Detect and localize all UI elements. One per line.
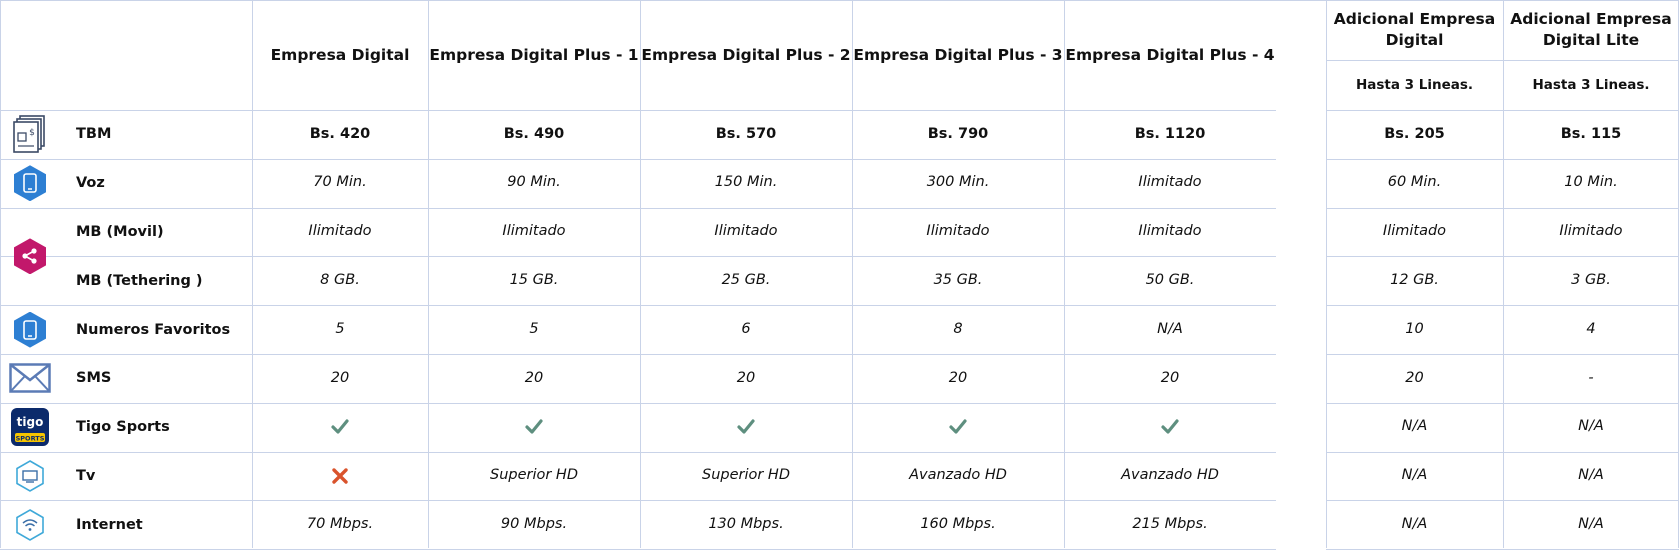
share-icon: [8, 208, 52, 306]
table-cell: Ilimitado: [714, 223, 778, 240]
row-label: MB (Movil): [76, 223, 164, 240]
svg-text:$: $: [29, 128, 35, 138]
row-label: Internet: [76, 516, 143, 533]
row-label: TBM: [76, 126, 112, 143]
table-cell: Bs. 1120: [1134, 125, 1206, 142]
column-header: Empresa Digital Plus - 4: [1065, 45, 1275, 64]
table-cell: Bs. 420: [309, 125, 371, 142]
grid-line-vertical: [0, 0, 1, 548]
table-cell: Ilimitado: [926, 223, 990, 240]
table-cell: 12 GB.: [1390, 272, 1439, 288]
table-cell: Avanzado HD: [1121, 467, 1219, 484]
table-cell: 3 GB.: [1571, 272, 1611, 288]
table-cell: 50 GB.: [1145, 272, 1195, 288]
table-cell: Bs. 790: [927, 125, 989, 142]
tigo-sports-logo: tigo SPORTS: [8, 403, 52, 452]
column-header: Empresa Digital Plus - 3: [853, 45, 1063, 64]
table-cell: 70 Min.: [313, 174, 367, 191]
table-cell: 5: [529, 320, 539, 337]
table-cell: N/A: [1578, 467, 1604, 484]
table-cell: 20: [1405, 369, 1424, 386]
table-cell: 300 Min.: [926, 174, 990, 191]
envelope-icon: [8, 354, 52, 403]
table-cell: 215 Mbps.: [1132, 516, 1208, 532]
table-cell: 20: [948, 369, 968, 386]
table-cell: 8: [953, 320, 963, 337]
table-cell: Ilimitado: [1382, 223, 1447, 240]
table-cell: 8 GB.: [320, 272, 360, 288]
tv-icon: [8, 452, 52, 501]
table-cell: -: [1588, 369, 1594, 386]
table-cell: 70 Mbps.: [306, 516, 374, 532]
check-icon: [852, 403, 1064, 452]
table-cell: Ilimitado: [1559, 223, 1623, 240]
column-header: Empresa Digital: [270, 45, 410, 64]
table-cell: 150 Min.: [714, 174, 778, 191]
table-cell: 20: [524, 369, 544, 386]
table-cell: Avanzado HD: [909, 467, 1007, 484]
phone-icon: [8, 159, 52, 208]
row-label: Numeros Favoritos: [76, 321, 231, 338]
table-cell: Bs. 570: [715, 125, 777, 142]
check-icon: [640, 403, 852, 452]
table-cell: Bs. 115: [1560, 125, 1622, 142]
phone-icon: [8, 305, 52, 354]
check-icon: [1064, 403, 1276, 452]
table-cell: 90 Min.: [507, 174, 561, 191]
table-cell: Ilimitado: [1138, 223, 1202, 240]
table-cell: 10: [1405, 320, 1424, 337]
table-cell: 20: [736, 369, 756, 386]
column-header: Empresa Digital Plus - 2: [641, 45, 851, 64]
table-cell: Superior HD: [489, 467, 579, 484]
bill-icon: $: [8, 110, 52, 159]
column-header: Empresa Digital Plus - 1: [429, 45, 639, 64]
table-cell: Ilimitado: [308, 223, 372, 240]
table-cell: Ilimitado: [502, 223, 566, 240]
wifi-icon: [8, 500, 52, 549]
row-label: Tv: [76, 467, 96, 484]
table-cell: 4: [1586, 320, 1596, 337]
table-cell: 160 Mbps.: [920, 516, 996, 532]
row-label: SMS: [76, 370, 112, 387]
table-cell: 20: [1160, 369, 1180, 386]
table-cell: 130 Mbps.: [708, 516, 784, 532]
table-cell: N/A: [1401, 418, 1428, 435]
table-cell: Bs. 490: [503, 125, 565, 142]
table-cell: 20: [330, 369, 350, 386]
cross-icon: [252, 452, 428, 501]
table-cell: N/A: [1157, 320, 1183, 337]
table-cell: N/A: [1401, 516, 1428, 532]
table-cell: 90 Mbps.: [500, 516, 568, 532]
svg-text:tigo: tigo: [17, 415, 44, 429]
table-cell: 5: [335, 320, 345, 337]
check-icon: [428, 403, 640, 452]
row-label: Voz: [76, 175, 105, 192]
svg-text:SPORTS: SPORTS: [16, 434, 45, 442]
table-cell: 10 Min.: [1564, 174, 1618, 191]
additional-subtitle: Hasta 3 Lineas.: [1532, 76, 1650, 93]
row-label: MB (Tethering ): [76, 272, 203, 289]
table-cell: 60 Min.: [1387, 174, 1442, 191]
additional-subtitle: Hasta 3 Lineas.: [1355, 76, 1474, 93]
table-cell: 6: [741, 320, 751, 337]
table-cell: N/A: [1578, 418, 1604, 435]
table-cell: 25 GB.: [721, 272, 771, 288]
table-cell: N/A: [1401, 467, 1428, 484]
additional-header: Adicional Empresa Digital: [1333, 10, 1496, 49]
additional-header: Adicional Empresa Digital Lite: [1510, 10, 1672, 49]
table-cell: Superior HD: [701, 467, 791, 484]
table-cell: N/A: [1578, 516, 1604, 532]
table-cell: 35 GB.: [933, 272, 983, 288]
row-label: Tigo Sports: [76, 419, 170, 436]
check-icon: [252, 403, 428, 452]
table-cell: Ilimitado: [1138, 174, 1202, 191]
table-cell: Bs. 205: [1384, 125, 1445, 142]
table-cell: 15 GB.: [509, 272, 559, 288]
